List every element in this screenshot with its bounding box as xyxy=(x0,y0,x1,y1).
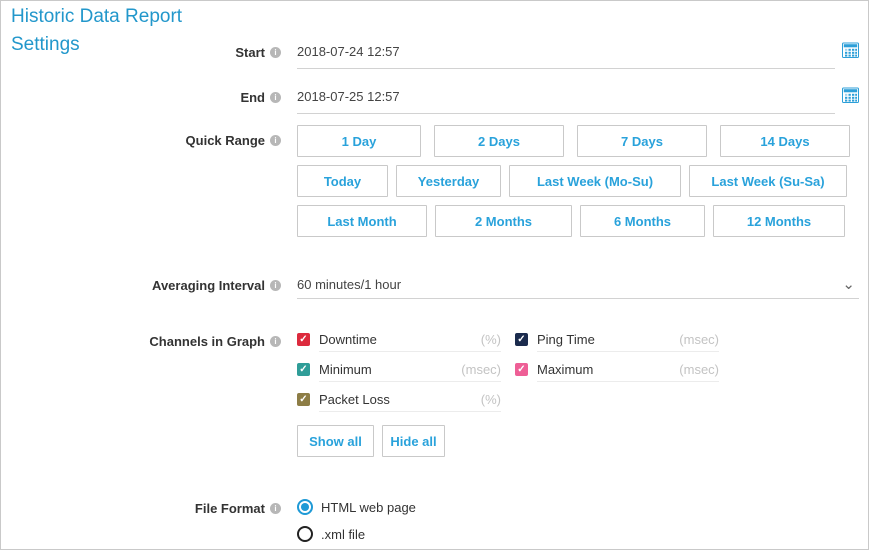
checkmark-icon: ✓ xyxy=(299,333,307,346)
averaging-label-cell: Averaging Interval i xyxy=(1,270,281,293)
checkbox-checked[interactable]: ✓ xyxy=(515,363,528,376)
settings-form: Starti 2018-07-24 12:57 xyxy=(1,37,868,550)
averaging-interval-select[interactable]: 60 minutes/1 hour ⌄ xyxy=(297,270,859,299)
checkbox-checked[interactable]: ✓ xyxy=(297,333,310,346)
channel-label: Minimum xyxy=(319,362,372,377)
hide-all-button[interactable]: Hide all xyxy=(382,425,445,457)
page-title-line1: Historic Data Report xyxy=(11,3,241,31)
quick-range-14-days-button[interactable]: 14 Days xyxy=(720,125,850,157)
start-date-input[interactable]: 2018-07-24 12:57 xyxy=(297,37,835,69)
calendar-icon[interactable] xyxy=(842,42,859,58)
checkmark-icon: ✓ xyxy=(517,333,525,346)
averaging-interval-label: Averaging Interval xyxy=(152,278,265,293)
channel-grid: ✓ Downtime (%) ✓ Ping Time (msec) xyxy=(297,332,859,412)
channel-ping-time: ✓ Ping Time (msec) xyxy=(515,332,719,352)
start-label-cell: Starti xyxy=(1,37,281,60)
quick-range-last-month-button[interactable]: Last Month xyxy=(297,205,427,237)
channel-minimum: ✓ Minimum (msec) xyxy=(297,362,501,382)
start-control: 2018-07-24 12:57 xyxy=(297,37,859,69)
checkmark-icon: ✓ xyxy=(517,363,525,376)
quick-range-last-week-su-sa-button[interactable]: Last Week (Su-Sa) xyxy=(689,165,847,197)
end-label: End xyxy=(240,90,265,105)
radio-xml-file[interactable]: .xml file xyxy=(297,526,859,542)
end-date-input[interactable]: 2018-07-25 12:57 xyxy=(297,82,835,114)
checkmark-icon: ✓ xyxy=(299,393,307,406)
quick-range-row: Quick Range i 1 Day 2 Days 7 Days 14 Days… xyxy=(1,125,868,245)
channels-control: ✓ Downtime (%) ✓ Ping Time (msec) xyxy=(297,332,859,457)
channel-label: Downtime xyxy=(319,332,377,347)
checkbox-checked[interactable]: ✓ xyxy=(297,363,310,376)
radio-label: .xml file xyxy=(321,527,365,542)
quick-range-label-cell: Quick Range i xyxy=(1,125,281,148)
info-icon[interactable]: i xyxy=(270,503,281,514)
quick-range-1-day-button[interactable]: 1 Day xyxy=(297,125,421,157)
info-icon[interactable]: i xyxy=(270,336,281,347)
quick-range-7-days-button[interactable]: 7 Days xyxy=(577,125,707,157)
file-format-label: File Format xyxy=(195,501,265,516)
info-icon[interactable]: i xyxy=(270,135,281,146)
radio-label: HTML web page xyxy=(321,500,416,515)
quick-range-2-days-button[interactable]: 2 Days xyxy=(434,125,564,157)
channel-label: Maximum xyxy=(537,362,593,377)
info-icon[interactable]: i xyxy=(270,92,281,103)
file-format-options: HTML web page .xml file .csv file xyxy=(297,499,859,550)
radio-selected-icon[interactable] xyxy=(297,499,313,515)
chevron-down-icon: ⌄ xyxy=(842,280,855,290)
info-icon[interactable]: i xyxy=(270,280,281,291)
channel-unit: (msec) xyxy=(461,362,501,377)
quick-range-today-button[interactable]: Today xyxy=(297,165,388,197)
radio-html-web-page[interactable]: HTML web page xyxy=(297,499,859,515)
channel-unit: (%) xyxy=(481,332,501,347)
radio-unselected-icon[interactable] xyxy=(297,526,313,542)
quick-range-2-months-button[interactable]: 2 Months xyxy=(435,205,572,237)
checkbox-checked[interactable]: ✓ xyxy=(297,393,310,406)
channel-unit: (msec) xyxy=(679,362,719,377)
file-format-row: File Format i HTML web page .xml file .cs… xyxy=(1,499,868,550)
checkmark-icon: ✓ xyxy=(299,363,307,376)
averaging-interval-row: Averaging Interval i 60 minutes/1 hour ⌄ xyxy=(1,270,868,299)
file-format-label-cell: File Format i xyxy=(1,499,281,516)
channel-downtime: ✓ Downtime (%) xyxy=(297,332,501,352)
channel-maximum: ✓ Maximum (msec) xyxy=(515,362,719,382)
end-row: Endi 2018-07-25 12:57 xyxy=(1,82,868,114)
channel-label: Packet Loss xyxy=(319,392,390,407)
end-control: 2018-07-25 12:57 xyxy=(297,82,859,114)
channel-packet-loss: ✓ Packet Loss (%) xyxy=(297,392,501,412)
averaging-control: 60 minutes/1 hour ⌄ xyxy=(297,270,859,299)
channel-label: Ping Time xyxy=(537,332,595,347)
quick-range-label: Quick Range xyxy=(186,133,265,148)
quick-range-yesterday-button[interactable]: Yesterday xyxy=(396,165,501,197)
channels-in-graph-label: Channels in Graph xyxy=(149,334,265,349)
show-all-button[interactable]: Show all xyxy=(297,425,374,457)
quick-range-last-week-mo-su-button[interactable]: Last Week (Mo-Su) xyxy=(509,165,681,197)
start-row: Starti 2018-07-24 12:57 xyxy=(1,37,868,69)
show-hide-buttons: Show all Hide all xyxy=(297,425,859,457)
quick-range-buttons: 1 Day 2 Days 7 Days 14 Days Today Yester… xyxy=(297,125,859,245)
channels-row: Channels in Graph i ✓ Downtime (%) ✓ xyxy=(1,332,868,457)
calendar-icon[interactable] xyxy=(842,87,859,103)
start-label: Start xyxy=(235,45,265,60)
end-label-cell: Endi xyxy=(1,82,281,105)
averaging-interval-value: 60 minutes/1 hour xyxy=(297,277,842,292)
quick-range-6-months-button[interactable]: 6 Months xyxy=(580,205,705,237)
checkbox-checked[interactable]: ✓ xyxy=(515,333,528,346)
channel-unit: (%) xyxy=(481,392,501,407)
channel-unit: (msec) xyxy=(679,332,719,347)
historic-data-report-settings-page: Historic Data Report Settings Starti 201… xyxy=(0,0,869,550)
channels-label-cell: Channels in Graph i xyxy=(1,332,281,349)
quick-range-12-months-button[interactable]: 12 Months xyxy=(713,205,845,237)
info-icon[interactable]: i xyxy=(270,47,281,58)
